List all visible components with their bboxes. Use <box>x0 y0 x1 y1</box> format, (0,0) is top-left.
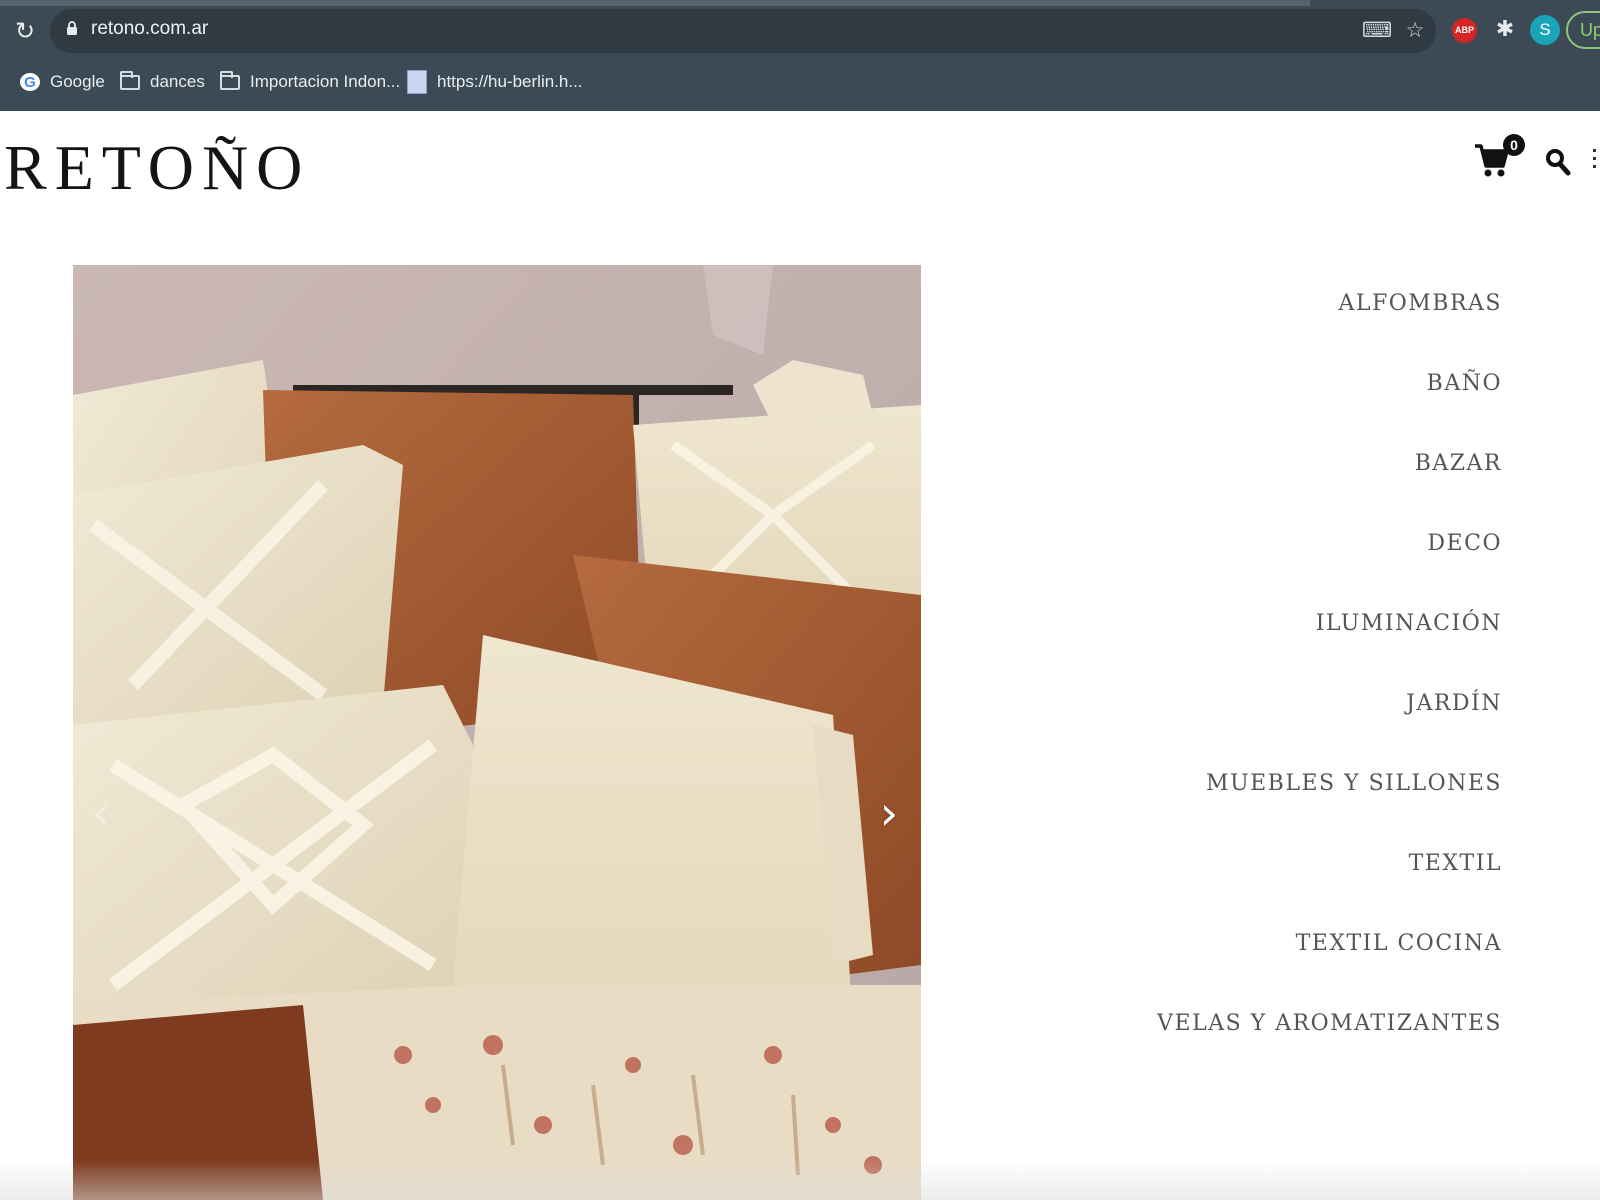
bookmark-google[interactable]: G Google <box>20 69 105 95</box>
category-iluminacion[interactable]: ILUMINACIÓN <box>942 604 1502 684</box>
cart-count-badge: 0 <box>1503 134 1525 156</box>
bookmark-label: https://hu-berlin.h... <box>437 72 583 91</box>
category-bazar[interactable]: BAZAR <box>942 444 1502 524</box>
category-velas-y-aromatizantes[interactable]: VELAS Y AROMATIZANTES <box>942 1004 1502 1084</box>
profile-avatar[interactable]: S <box>1530 15 1560 45</box>
folder-icon <box>120 70 140 90</box>
url-text[interactable]: retono.com.ar <box>91 18 208 40</box>
slider-next-arrow[interactable]: › <box>876 790 902 836</box>
folder-icon <box>220 70 240 90</box>
favicon-icon <box>407 70 427 94</box>
extensions-puzzle-icon[interactable]: ✱ <box>1492 17 1518 43</box>
browser-toolbar: ↻ retono.com.ar ⌨ ☆ ABP ✱ S Up G Google … <box>0 0 1600 111</box>
bookmark-hu-berlin[interactable]: https://hu-berlin.h... <box>407 69 583 95</box>
reload-icon[interactable]: ↻ <box>12 18 38 44</box>
category-alfombras[interactable]: ALFOMBRAS <box>942 284 1502 364</box>
search-icon[interactable] <box>1545 148 1571 176</box>
bookmark-label: Google <box>50 72 105 91</box>
translate-icon[interactable]: ⌨ <box>1362 17 1392 43</box>
cushions-photo <box>73 265 921 1200</box>
category-bano[interactable]: BAÑO <box>942 364 1502 444</box>
category-menu: ALFOMBRAS BAÑO BAZAR DECO ILUMINACIÓN JA… <box>942 284 1502 1084</box>
more-menu-icon[interactable] <box>1592 146 1598 176</box>
slider-prev-arrow[interactable]: ‹ <box>88 790 114 836</box>
category-muebles-y-sillones[interactable]: MUEBLES Y SILLONES <box>942 764 1502 844</box>
address-bar[interactable] <box>50 9 1436 53</box>
bookmarks-bar: G Google dances Importacion Indon... htt… <box>0 62 1600 102</box>
star-bookmark-icon[interactable]: ☆ <box>1402 17 1428 43</box>
category-jardin[interactable]: JARDÍN <box>942 684 1502 764</box>
page-load-progress <box>0 0 1310 6</box>
category-deco[interactable]: DECO <box>942 524 1502 604</box>
google-icon: G <box>20 73 40 91</box>
category-textil[interactable]: TEXTIL <box>942 844 1502 924</box>
bookmark-label: Importacion Indon... <box>250 72 401 91</box>
adblock-extension-icon[interactable]: ABP <box>1452 18 1477 43</box>
category-textil-cocina[interactable]: TEXTIL COCINA <box>942 924 1502 1004</box>
lock-icon <box>67 21 77 35</box>
bookmark-folder-importacion[interactable]: Importacion Indon... <box>220 69 400 95</box>
bookmark-label: dances <box>150 72 205 91</box>
hero-slider-image <box>73 265 921 1200</box>
site-logo[interactable]: RETOÑO <box>4 134 310 202</box>
update-button[interactable]: Up <box>1566 11 1600 49</box>
bookmark-folder-dances[interactable]: dances <box>120 69 205 95</box>
